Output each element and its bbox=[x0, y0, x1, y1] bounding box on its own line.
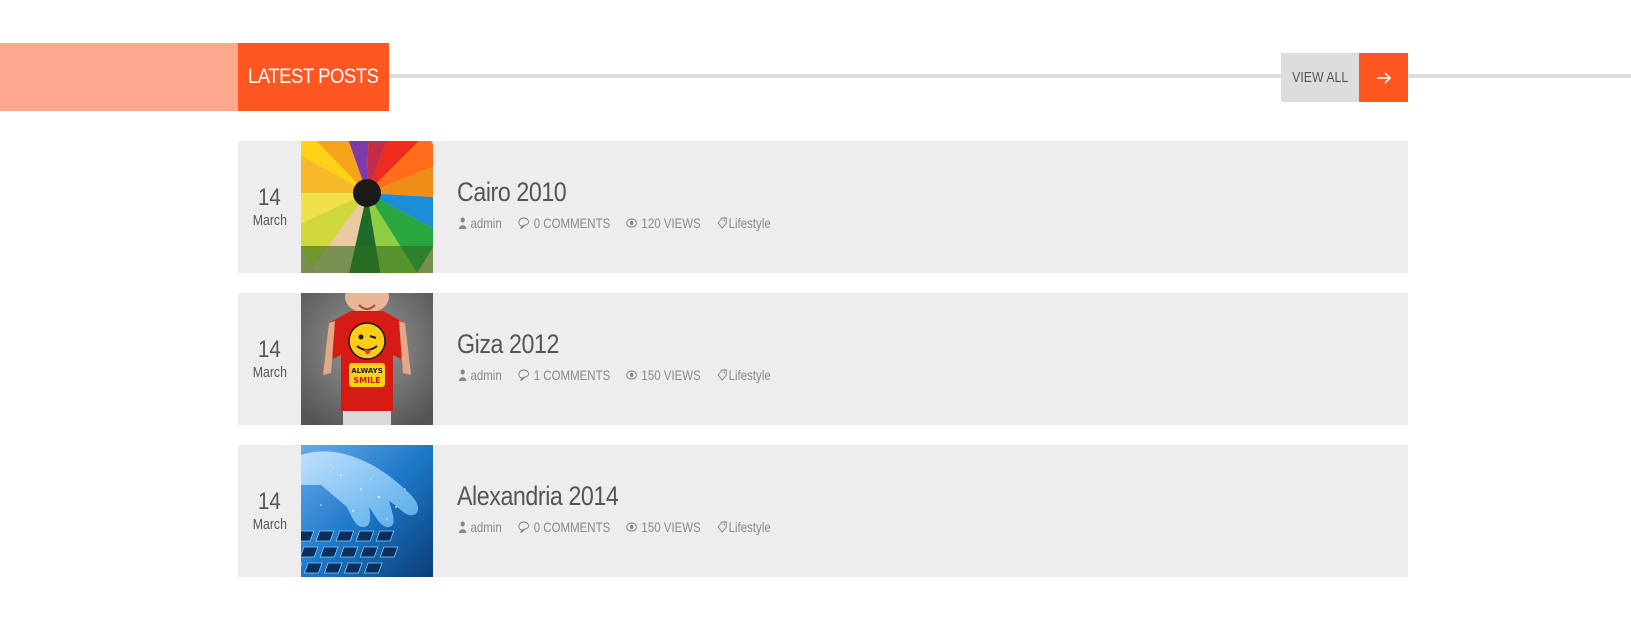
post-meta: admin 0 COMMENTS 150 VIEWS Lifestyle bbox=[459, 519, 787, 535]
post-day: 14 bbox=[258, 184, 281, 211]
svg-text:ALWAYS: ALWAYS bbox=[351, 367, 383, 375]
post-author[interactable]: admin bbox=[459, 367, 502, 383]
tag-icon bbox=[717, 369, 727, 381]
tag-icon bbox=[717, 521, 727, 533]
post-thumbnail[interactable]: ALWAYS SMILE bbox=[301, 293, 433, 425]
user-icon bbox=[459, 369, 467, 381]
post-author[interactable]: admin bbox=[459, 215, 502, 231]
view-all-arrow-button[interactable] bbox=[1359, 53, 1408, 102]
post-meta: admin 1 COMMENTS 150 VIEWS Lifestyle bbox=[459, 367, 787, 383]
post-views-count: 150 VIEWS bbox=[641, 367, 701, 383]
post-month: March bbox=[252, 212, 287, 229]
post-date: 14 March bbox=[238, 141, 301, 273]
header-accent-block bbox=[0, 43, 238, 111]
post-comments[interactable]: 0 COMMENTS bbox=[518, 215, 610, 231]
post-comments[interactable]: 1 COMMENTS bbox=[518, 367, 610, 383]
post-views-count: 150 VIEWS bbox=[641, 519, 701, 535]
hand-on-keyboard-image bbox=[301, 445, 433, 577]
post-comments-count: 0 COMMENTS bbox=[533, 215, 611, 231]
post-views-count: 120 VIEWS bbox=[641, 215, 701, 231]
post-item[interactable]: 14 March bbox=[238, 141, 1408, 273]
post-author[interactable]: admin bbox=[459, 519, 502, 535]
section-title: LATEST POSTS bbox=[238, 43, 389, 111]
post-views: 120 VIEWS bbox=[626, 215, 701, 231]
comment-icon bbox=[518, 217, 530, 229]
post-category[interactable]: Lifestyle bbox=[717, 215, 771, 231]
post-title-link[interactable]: Cairo 2010 bbox=[457, 177, 567, 208]
post-views: 150 VIEWS bbox=[626, 367, 701, 383]
user-icon bbox=[459, 217, 467, 229]
post-category-label: Lifestyle bbox=[728, 215, 771, 231]
post-title-link[interactable]: Giza 2012 bbox=[457, 329, 559, 360]
arrow-right-icon bbox=[1376, 71, 1391, 84]
post-thumbnail[interactable] bbox=[301, 445, 433, 577]
eye-icon bbox=[626, 522, 638, 532]
post-month: March bbox=[252, 516, 287, 533]
colored-pencils-image bbox=[301, 141, 433, 273]
post-author-name: admin bbox=[470, 519, 502, 535]
section-title-text: LATEST POSTS bbox=[248, 65, 379, 88]
post-meta: admin 0 COMMENTS 120 VIEWS Lifestyle bbox=[459, 215, 787, 231]
post-month: March bbox=[252, 364, 287, 381]
post-date: 14 March bbox=[238, 445, 301, 577]
user-icon bbox=[459, 521, 467, 533]
svg-text:SMILE: SMILE bbox=[353, 376, 380, 385]
tag-icon bbox=[717, 217, 727, 229]
post-comments-count: 1 COMMENTS bbox=[533, 367, 611, 383]
post-day: 14 bbox=[258, 488, 281, 515]
eye-icon bbox=[626, 218, 638, 228]
view-all-button[interactable]: VIEW ALL bbox=[1281, 53, 1359, 102]
post-date: 14 March bbox=[238, 293, 301, 425]
post-category-label: Lifestyle bbox=[728, 367, 771, 383]
view-all-label: VIEW ALL bbox=[1291, 69, 1349, 86]
post-title-link[interactable]: Alexandria 2014 bbox=[457, 481, 619, 512]
comment-icon bbox=[518, 521, 530, 533]
latest-posts-widget: LATEST POSTS VIEW ALL 14 March Cairo 201… bbox=[0, 0, 1631, 625]
post-comments[interactable]: 0 COMMENTS bbox=[518, 519, 610, 535]
post-category-label: Lifestyle bbox=[728, 519, 771, 535]
kid-smile-tshirt-image: ALWAYS SMILE bbox=[301, 293, 433, 425]
post-thumbnail[interactable] bbox=[301, 141, 433, 273]
post-author-name: admin bbox=[470, 215, 502, 231]
post-item[interactable]: 14 March bbox=[238, 445, 1408, 577]
post-day: 14 bbox=[258, 336, 281, 363]
post-author-name: admin bbox=[470, 367, 502, 383]
post-category[interactable]: Lifestyle bbox=[717, 367, 771, 383]
eye-icon bbox=[626, 370, 638, 380]
post-comments-count: 0 COMMENTS bbox=[533, 519, 611, 535]
comment-icon bbox=[518, 369, 530, 381]
post-category[interactable]: Lifestyle bbox=[717, 519, 771, 535]
post-views: 150 VIEWS bbox=[626, 519, 701, 535]
post-item[interactable]: 14 March bbox=[238, 293, 1408, 425]
